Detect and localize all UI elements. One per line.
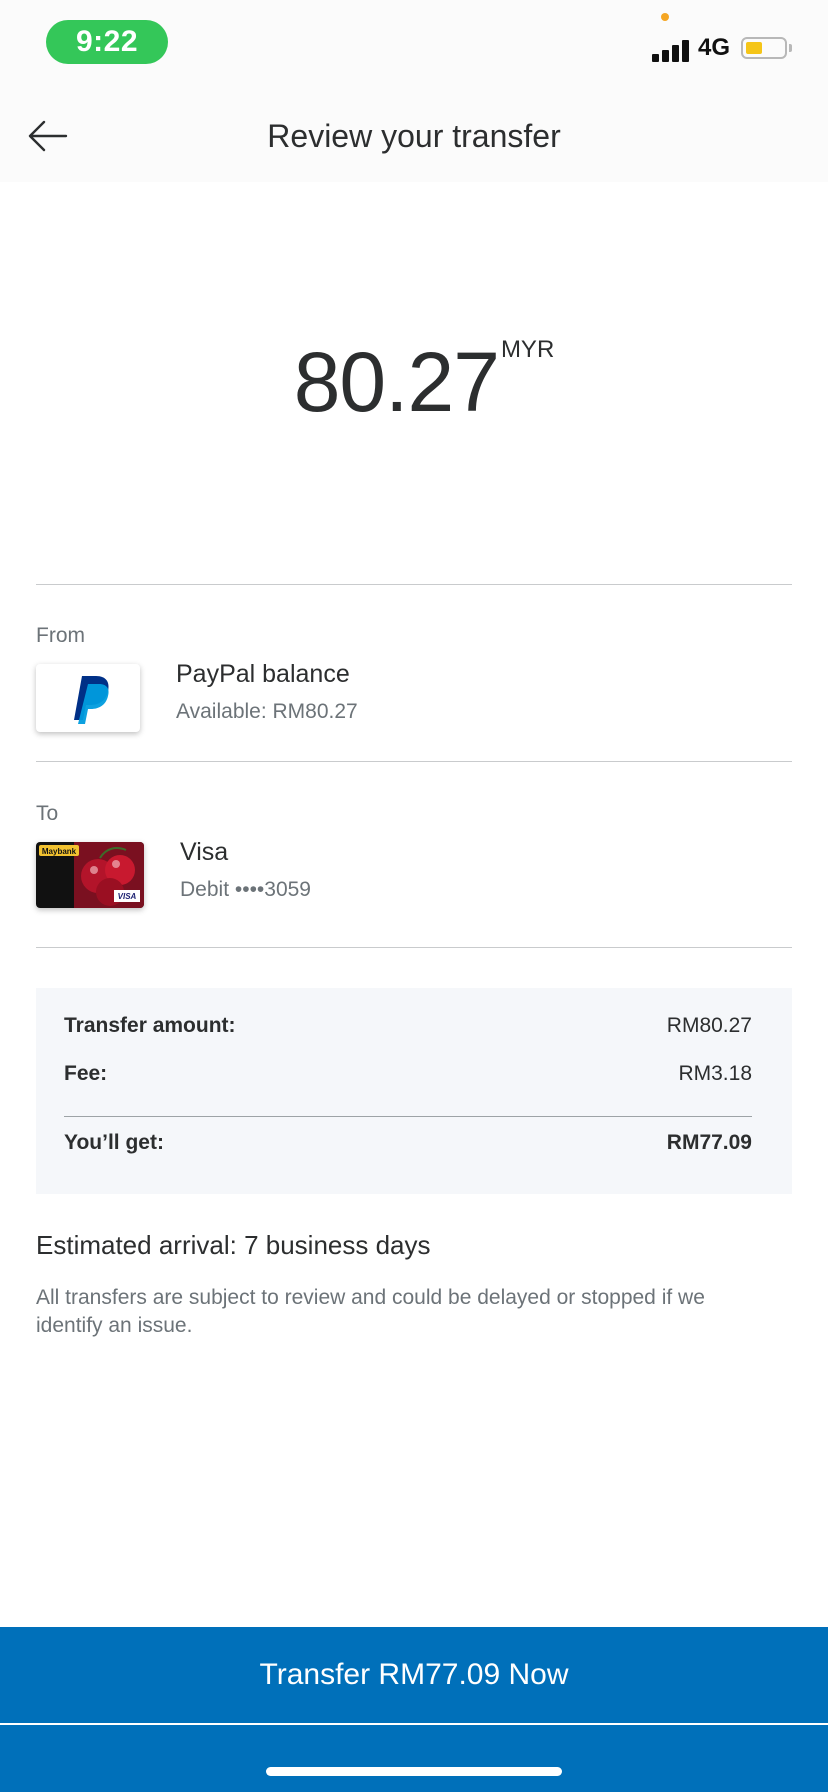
transfer-summary-box: Transfer amount: RM80.27 Fee: RM3.18 You… <box>36 988 792 1194</box>
visa-card-image: Maybank VISA <box>36 842 144 908</box>
card-bank-text: Maybank <box>42 847 77 856</box>
privacy-indicator-dot <box>661 13 669 21</box>
summary-value: RM3.18 <box>678 1062 752 1085</box>
divider <box>36 947 792 948</box>
transfer-now-button[interactable]: Transfer RM77.09 Now <box>0 1627 828 1723</box>
to-label: To <box>36 802 59 825</box>
estimated-arrival: Estimated arrival: 7 business days <box>36 1230 431 1260</box>
status-time: 9:22 <box>46 20 168 64</box>
summary-row-total: You’ll get: RM77.09 <box>64 1131 752 1155</box>
divider <box>36 761 792 762</box>
summary-divider <box>64 1116 752 1117</box>
from-label: From <box>36 624 85 647</box>
card-art-icon: Maybank VISA <box>36 842 144 908</box>
paypal-balance-tile <box>36 664 140 732</box>
signal-icon <box>652 36 692 62</box>
summary-label: Transfer amount: <box>64 1014 236 1037</box>
summary-total-label: You’ll get: <box>64 1131 164 1154</box>
home-indicator[interactable] <box>266 1767 562 1776</box>
bottom-bar <box>0 1725 828 1792</box>
amount-currency: MYR <box>500 336 555 363</box>
transfer-amount-display: 80.27 MYR <box>0 335 828 429</box>
summary-row-transfer-amount: Transfer amount: RM80.27 <box>64 1014 752 1038</box>
from-account-available: Available: RM80.27 <box>176 700 358 723</box>
divider <box>36 584 792 585</box>
summary-label: Fee: <box>64 1062 108 1085</box>
card-network-text: VISA <box>118 892 137 901</box>
to-account-name: Visa <box>180 838 229 866</box>
battery-icon <box>741 37 787 59</box>
battery-tip <box>789 44 792 52</box>
summary-value: RM80.27 <box>666 1014 752 1037</box>
review-disclaimer: All transfers are subject to review and … <box>36 1286 705 1337</box>
to-account-detail: Debit ••••3059 <box>180 878 311 901</box>
paypal-logo-icon <box>74 676 109 724</box>
network-type: 4G <box>698 34 731 61</box>
summary-total-value: RM77.09 <box>666 1131 752 1154</box>
from-account-name: PayPal balance <box>176 660 350 688</box>
battery-level <box>746 42 762 54</box>
amount-value: 80.27 <box>293 335 500 429</box>
page-title: Review your transfer <box>267 118 561 154</box>
summary-row-fee: Fee: RM3.18 <box>64 1062 752 1086</box>
